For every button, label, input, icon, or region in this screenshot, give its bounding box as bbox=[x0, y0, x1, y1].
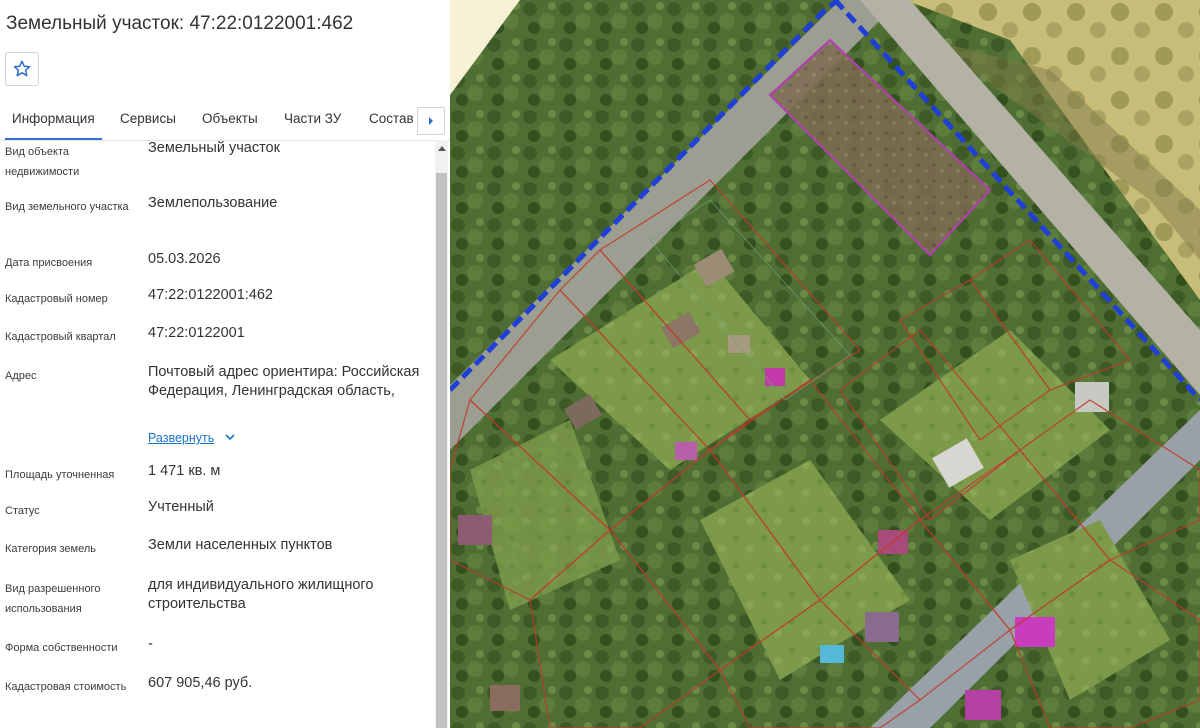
field-label: Вид земельного участка bbox=[5, 201, 129, 213]
map-building bbox=[765, 368, 785, 386]
field-value: для индивидуального жилищного строительс… bbox=[148, 577, 374, 612]
panel-scrollbar[interactable] bbox=[435, 140, 448, 728]
field-value: Земельный участок bbox=[148, 140, 280, 156]
field-value: 05.03.2026 bbox=[148, 251, 221, 267]
tab-land-parts[interactable]: Части ЗУ bbox=[284, 100, 341, 138]
map-building bbox=[675, 442, 697, 460]
tab-services[interactable]: Сервисы bbox=[120, 100, 176, 138]
field-label: Вид объекта недвижимости bbox=[5, 146, 80, 178]
field-label: Вид разрешенного использования bbox=[5, 583, 101, 615]
field-label: Площадь уточненная bbox=[5, 469, 115, 481]
field-value: 47:22:0122001:462 bbox=[148, 287, 273, 303]
info-panel: Земельный участок: 47:22:0122001:462 Инф… bbox=[0, 0, 450, 728]
map-building bbox=[490, 685, 520, 711]
expand-link[interactable]: Развернуть bbox=[148, 431, 214, 445]
map-building bbox=[820, 645, 844, 663]
caret-up-icon bbox=[437, 146, 446, 151]
map-building bbox=[865, 612, 899, 642]
field-label: Категория земель bbox=[5, 543, 96, 555]
map-building bbox=[965, 690, 1001, 720]
tab-objects[interactable]: Объекты bbox=[202, 100, 258, 138]
page-title: Земельный участок: 47:22:0122001:462 bbox=[6, 13, 354, 34]
field-label: Форма собственности bbox=[5, 642, 118, 654]
field-value: 1 471 кв. м bbox=[148, 463, 221, 479]
tab-information[interactable]: Информация bbox=[5, 100, 102, 140]
field-value: - bbox=[148, 636, 153, 652]
map-canvas[interactable] bbox=[450, 0, 1200, 728]
scroll-up-button[interactable] bbox=[435, 140, 448, 156]
field-list: Вид объекта недвижимости Земельный участ… bbox=[0, 140, 434, 728]
field-value: Земли населенных пунктов bbox=[148, 537, 333, 553]
tabs-next-button[interactable] bbox=[417, 107, 445, 135]
field-value: Землепользование bbox=[148, 195, 278, 211]
field-label: Статус bbox=[5, 505, 40, 517]
field-value: Учтенный bbox=[148, 499, 214, 515]
star-outline-icon bbox=[13, 60, 31, 77]
map-building bbox=[728, 335, 750, 353]
satellite-map[interactable] bbox=[450, 0, 1200, 728]
map-building bbox=[1015, 617, 1055, 647]
field-label: Кадастровый квартал bbox=[5, 331, 116, 343]
caret-right-icon bbox=[429, 117, 433, 125]
field-label: Адрес bbox=[5, 370, 37, 382]
scroll-thumb[interactable] bbox=[436, 173, 447, 728]
tab-bar: Информация Сервисы Объекты Части ЗУ Сост… bbox=[0, 100, 450, 141]
chevron-down-icon[interactable] bbox=[224, 431, 236, 443]
field-value: Почтовый адрес ориентира: Российская Фед… bbox=[148, 364, 420, 399]
field-value: 607 905,46 руб. bbox=[148, 675, 253, 691]
field-value: 47:22:0122001 bbox=[148, 325, 245, 341]
field-label: Дата присвоения bbox=[5, 257, 93, 269]
field-label: Кадастровая стоимость bbox=[5, 681, 127, 693]
favorite-button[interactable] bbox=[5, 52, 39, 86]
map-building bbox=[458, 515, 492, 545]
tab-composition[interactable]: Состав bbox=[369, 100, 414, 138]
field-label: Кадастровый номер bbox=[5, 293, 108, 305]
